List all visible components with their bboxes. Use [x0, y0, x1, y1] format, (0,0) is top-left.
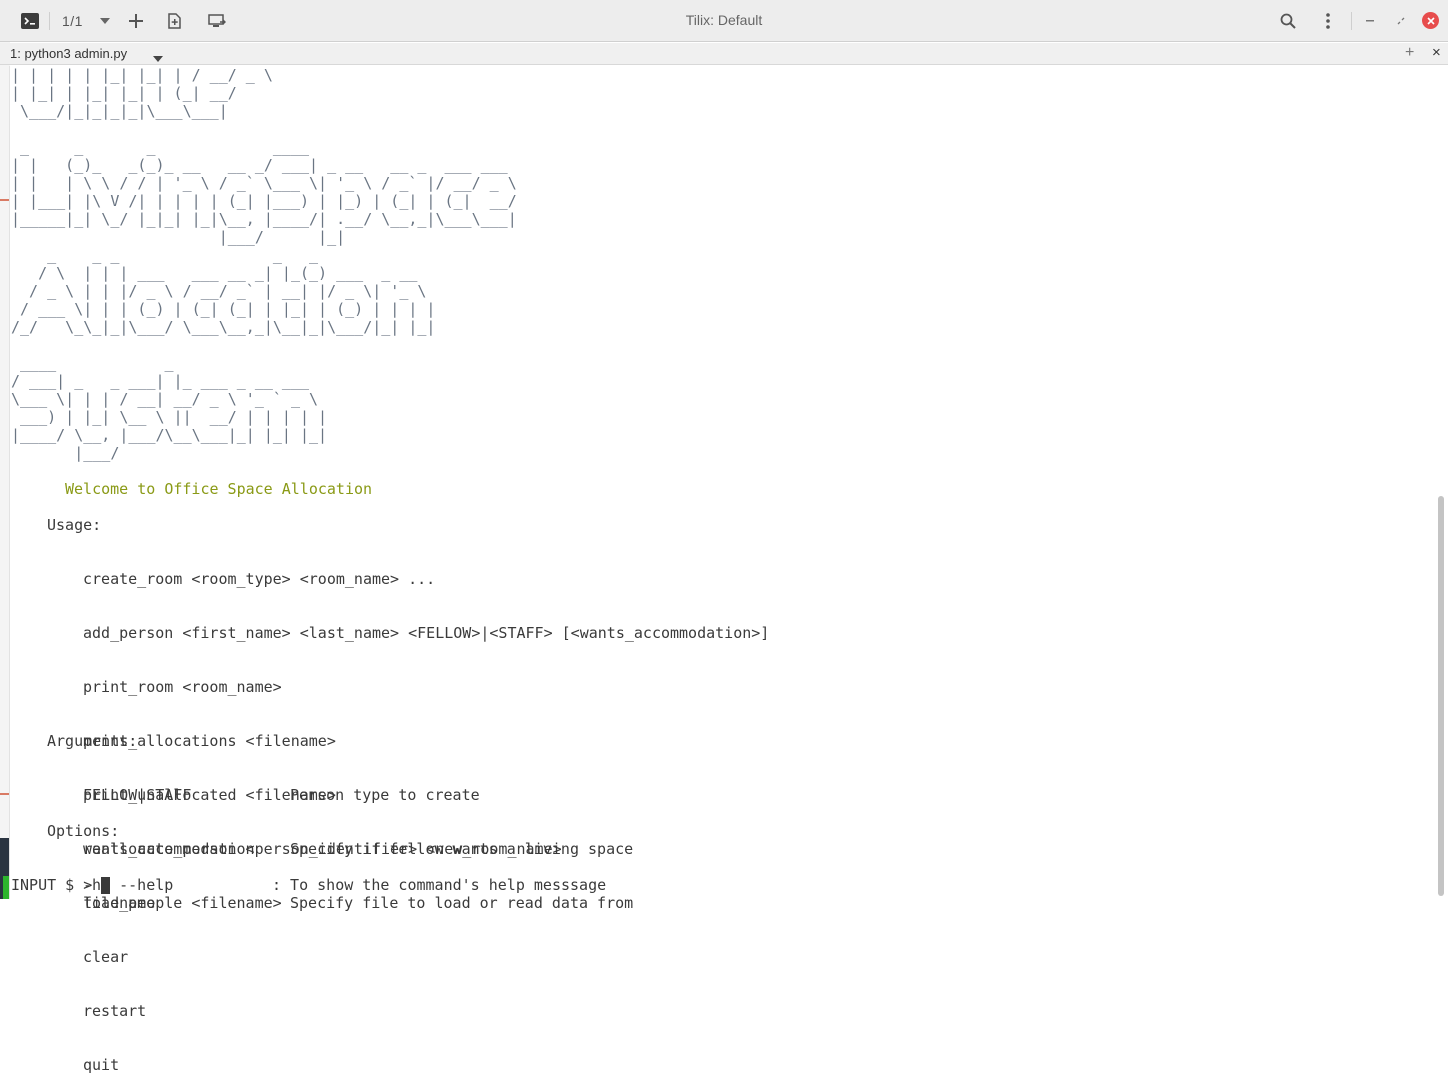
argument-name: FELLOW|STAFF — [83, 786, 192, 804]
kebab-menu-icon[interactable] — [1321, 9, 1335, 33]
usage-item: create_room <room_type> <room_name> ... — [83, 570, 436, 588]
chevron-down-icon[interactable] — [153, 49, 163, 67]
options-list: -h, --help : To show the command's help … — [83, 840, 783, 912]
gutter-border — [9, 66, 10, 899]
options-heading: Options: — [47, 822, 120, 840]
gutter-mark-2 — [0, 793, 9, 795]
terminal-tab-strip: 1: python3 admin.py + × — [0, 43, 1448, 65]
add-terminal-button[interactable]: + — [1405, 44, 1414, 62]
maximize-icon[interactable] — [1393, 9, 1409, 33]
arguments-heading: Arguments: — [47, 732, 138, 750]
text-cursor[interactable] — [101, 877, 110, 894]
welcome-message: Welcome to Office Space Allocation — [65, 480, 373, 498]
option-row: -h, --help : To show the command's help … — [83, 876, 783, 894]
argument-desc: Person type to create — [290, 786, 480, 804]
argument-row: FELLOW|STAFF Person type to create — [83, 786, 783, 804]
option-name: -h, --help — [83, 876, 174, 894]
usage-item: print_room <room_name> — [83, 678, 282, 696]
minimize-icon[interactable] — [1362, 9, 1378, 33]
usage-item: quit — [83, 1056, 120, 1074]
usage-item: print_allocations <filename> — [83, 732, 336, 750]
close-icon[interactable] — [1422, 12, 1439, 29]
usage-item: add_person <first_name> <last_name> <FEL… — [83, 624, 770, 642]
terminal-tab-title[interactable]: 1: python3 admin.py — [10, 46, 127, 61]
title-bar: 1/1 Tilix: Default — [0, 0, 1448, 42]
usage-heading: Usage: — [47, 516, 102, 534]
usage-item: clear — [83, 948, 129, 966]
gutter-mark-1 — [0, 199, 9, 201]
ascii-art-banner: | | | | | |_| |_| | / __/ _ \ | |_| | |_… — [11, 66, 517, 462]
usage-item: restart — [83, 1002, 147, 1020]
input-prompt[interactable]: INPUT $ > — [11, 876, 92, 894]
option-desc: : To show the command's help messsage — [272, 876, 607, 894]
separator — [1351, 12, 1352, 30]
scrollbar[interactable] — [1438, 496, 1444, 896]
search-icon[interactable] — [1279, 9, 1297, 33]
window-title: Tilix: Default — [685, 12, 763, 28]
close-terminal-button[interactable]: × — [1432, 44, 1441, 61]
